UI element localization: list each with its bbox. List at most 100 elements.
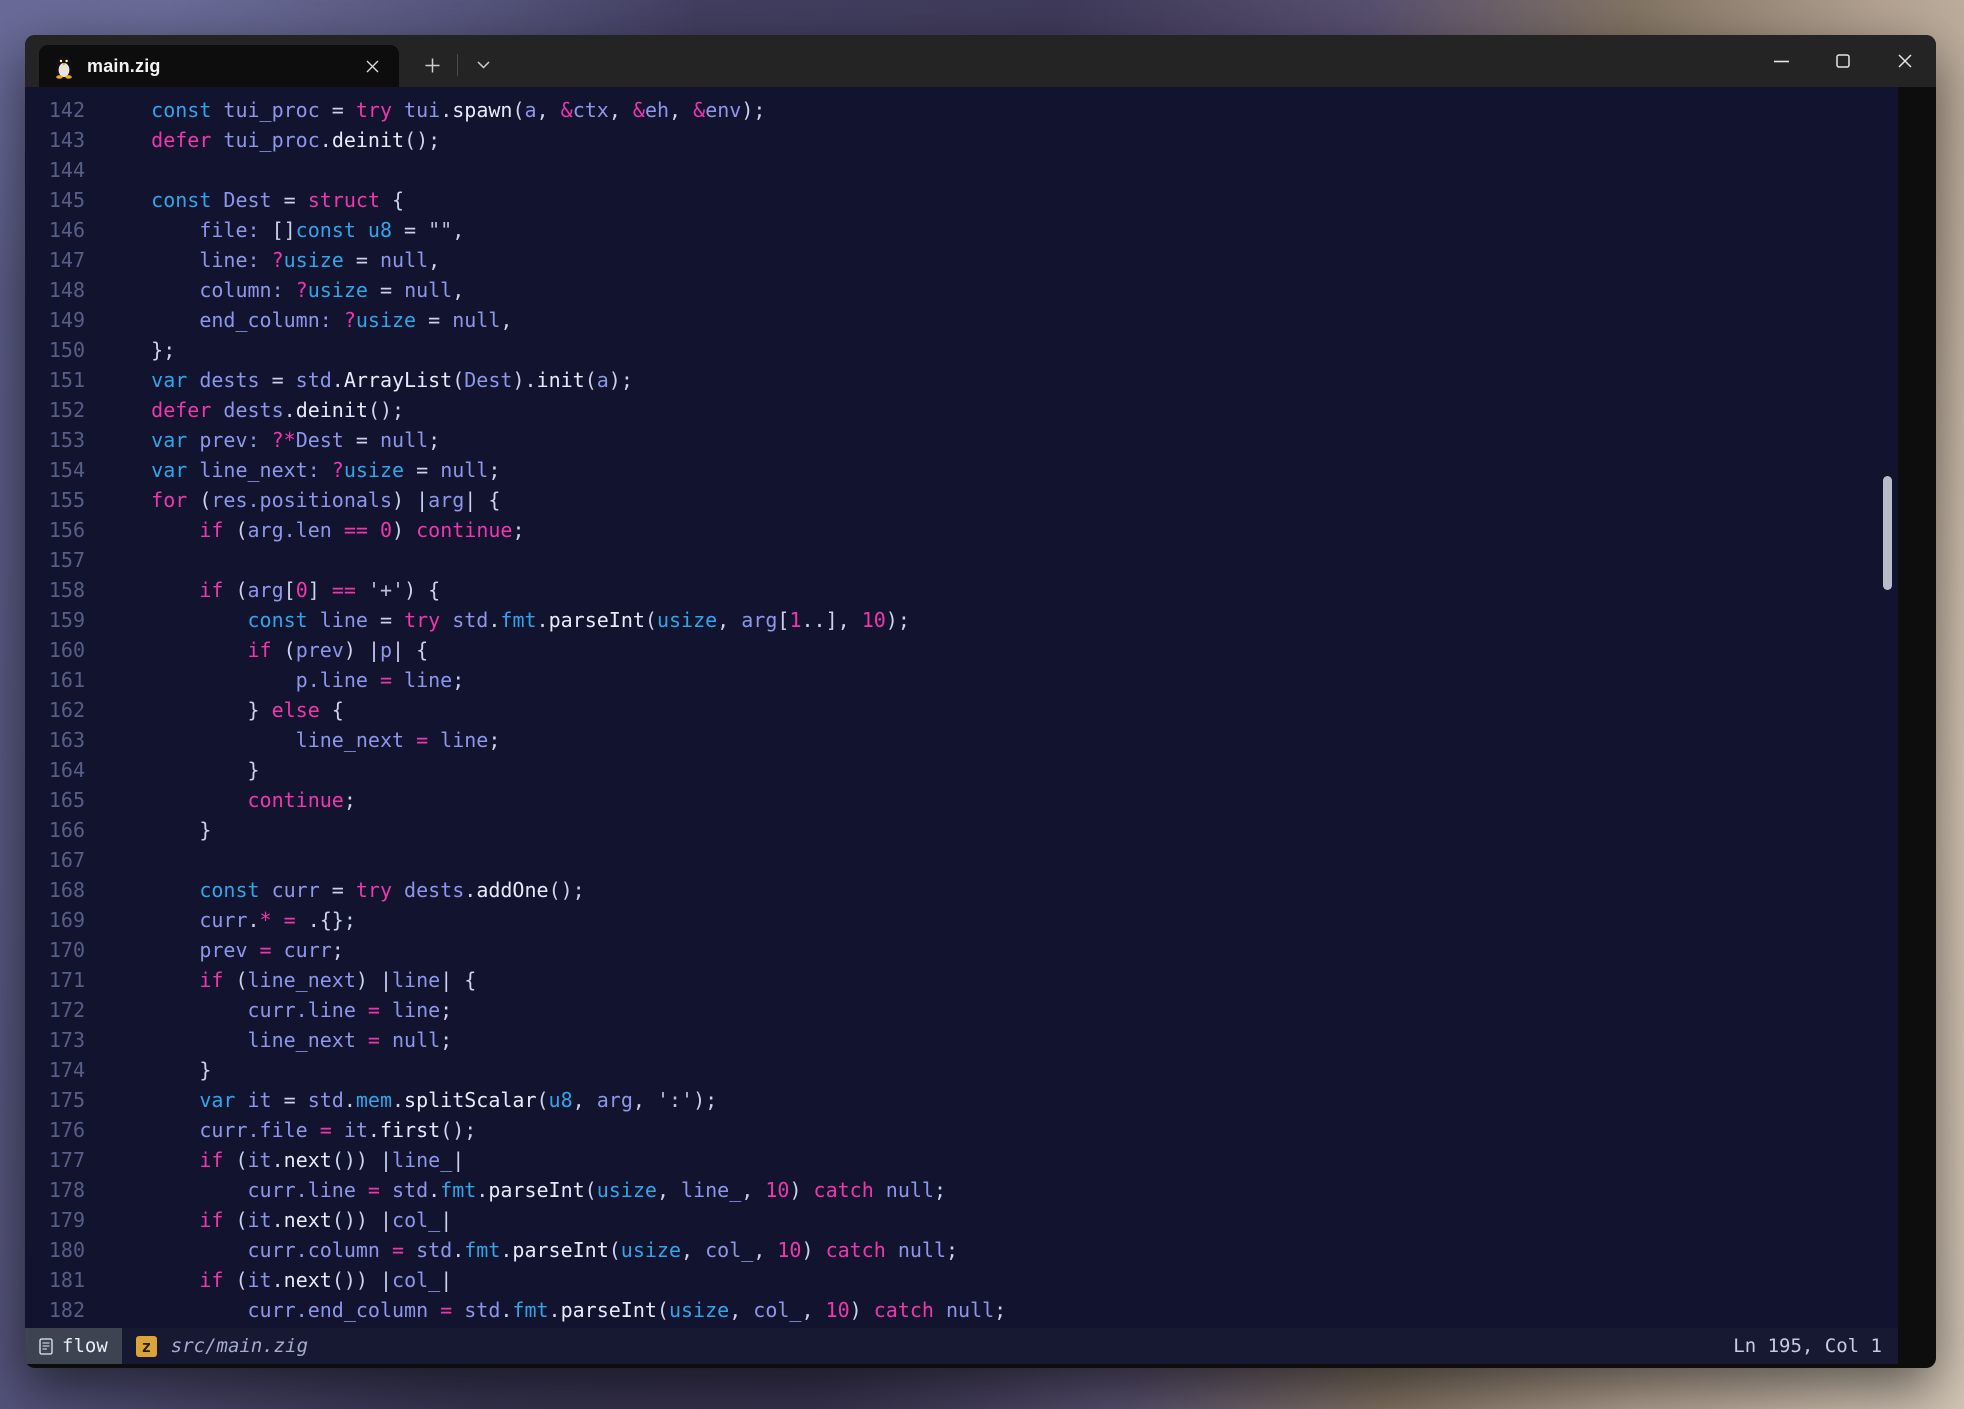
code-line[interactable]: 160 if (prev) |p| { (25, 635, 1898, 665)
line-number: 180 (25, 1235, 85, 1265)
line-number: 181 (25, 1265, 85, 1295)
code-line[interactable]: 180 curr.column = std.fmt.parseInt(usize… (25, 1235, 1898, 1265)
line-number: 170 (25, 935, 85, 965)
code-text: } (103, 755, 260, 785)
code-line[interactable]: 146 file: []const u8 = "", (25, 215, 1898, 245)
line-number: 154 (25, 455, 85, 485)
line-number: 144 (25, 155, 85, 185)
code-text: curr.line = line; (103, 995, 452, 1025)
code-text: if (it.next()) |line_| (103, 1145, 464, 1175)
code-line[interactable]: 171 if (line_next) |line| { (25, 965, 1898, 995)
maximize-button[interactable] (1812, 35, 1874, 87)
code-line[interactable]: 164 } (25, 755, 1898, 785)
line-number: 166 (25, 815, 85, 845)
code-line[interactable]: 181 if (it.next()) |col_| (25, 1265, 1898, 1295)
line-number: 163 (25, 725, 85, 755)
line-number: 156 (25, 515, 85, 545)
code-text: const Dest = struct { (103, 185, 404, 215)
code-text: if (arg.len == 0) continue; (103, 515, 525, 545)
tab-dropdown-button[interactable] (466, 50, 500, 80)
code-line[interactable]: 179 if (it.next()) |col_| (25, 1205, 1898, 1235)
code-line[interactable]: 174 } (25, 1055, 1898, 1085)
code-line[interactable]: 156 if (arg.len == 0) continue; (25, 515, 1898, 545)
code-line[interactable]: 151 var dests = std.ArrayList(Dest).init… (25, 365, 1898, 395)
code-text: }; (103, 335, 175, 365)
code-line[interactable]: 166 } (25, 815, 1898, 845)
code-line[interactable]: 148 column: ?usize = null, (25, 275, 1898, 305)
code-line[interactable]: 157 (25, 545, 1898, 575)
code-text: file: []const u8 = "", (103, 215, 464, 245)
code-text: for (res.positionals) |arg| { (103, 485, 500, 515)
code-line[interactable]: 147 line: ?usize = null, (25, 245, 1898, 275)
code-line[interactable]: 162 } else { (25, 695, 1898, 725)
code-text: if (it.next()) |col_| (103, 1205, 452, 1235)
code-text: defer tui_proc.deinit(); (103, 125, 440, 155)
code-line[interactable]: 155 for (res.positionals) |arg| { (25, 485, 1898, 515)
code-line[interactable]: 182 curr.end_column = std.fmt.parseInt(u… (25, 1295, 1898, 1325)
new-tab-button[interactable] (415, 50, 449, 80)
code-text: var dests = std.ArrayList(Dest).init(a); (103, 365, 633, 395)
code-line[interactable]: 154 var line_next: ?usize = null; (25, 455, 1898, 485)
code-line[interactable]: 158 if (arg[0] == '+') { (25, 575, 1898, 605)
code-line[interactable]: 172 curr.line = line; (25, 995, 1898, 1025)
code-line[interactable]: 152 defer dests.deinit(); (25, 395, 1898, 425)
code-line[interactable]: 159 const line = try std.fmt.parseInt(us… (25, 605, 1898, 635)
line-number: 143 (25, 125, 85, 155)
flow-app-badge[interactable]: flow (25, 1328, 122, 1364)
close-button[interactable] (1874, 35, 1936, 87)
line-number: 164 (25, 755, 85, 785)
code-text: } (103, 815, 211, 845)
line-number: 167 (25, 845, 85, 875)
tab-main-zig[interactable]: main.zig (39, 45, 399, 87)
line-number: 142 (25, 95, 85, 125)
code-line[interactable]: 170 prev = curr; (25, 935, 1898, 965)
code-line[interactable]: 163 line_next = line; (25, 725, 1898, 755)
line-number: 158 (25, 575, 85, 605)
code-text: var it = std.mem.splitScalar(u8, arg, ':… (103, 1085, 717, 1115)
code-line[interactable]: 161 p.line = line; (25, 665, 1898, 695)
code-line[interactable]: 150 }; (25, 335, 1898, 365)
code-text: const tui_proc = try tui.spawn(a, &ctx, … (103, 95, 765, 125)
code-line[interactable]: 175 var it = std.mem.splitScalar(u8, arg… (25, 1085, 1898, 1115)
line-number: 147 (25, 245, 85, 275)
code-line[interactable]: 168 const curr = try dests.addOne(); (25, 875, 1898, 905)
zig-file-icon: z (136, 1336, 157, 1357)
code-line[interactable]: 142 const tui_proc = try tui.spawn(a, &c… (25, 95, 1898, 125)
line-number: 171 (25, 965, 85, 995)
line-number: 173 (25, 1025, 85, 1055)
code-line[interactable]: 145 const Dest = struct { (25, 185, 1898, 215)
code-line[interactable]: 173 line_next = null; (25, 1025, 1898, 1055)
code-text: column: ?usize = null, (103, 275, 464, 305)
editor-content[interactable]: 142 const tui_proc = try tui.spawn(a, &c… (25, 87, 1898, 1328)
minimize-button[interactable] (1750, 35, 1812, 87)
file-path[interactable]: src/main.zig (171, 1335, 308, 1357)
code-line[interactable]: 167 (25, 845, 1898, 875)
code-line[interactable]: 165 continue; (25, 785, 1898, 815)
code-text: curr.column = std.fmt.parseInt(usize, co… (103, 1235, 958, 1265)
code-line[interactable]: 177 if (it.next()) |line_| (25, 1145, 1898, 1175)
tab-close-icon[interactable] (359, 53, 385, 79)
line-number: 168 (25, 875, 85, 905)
code-line[interactable]: 176 curr.file = it.first(); (25, 1115, 1898, 1145)
code-line[interactable]: 149 end_column: ?usize = null, (25, 305, 1898, 335)
code-line[interactable]: 169 curr.* = .{}; (25, 905, 1898, 935)
code-text: line_next = line; (103, 725, 500, 755)
tab-title: main.zig (87, 56, 161, 77)
line-number: 175 (25, 1085, 85, 1115)
code-area[interactable]: 142 const tui_proc = try tui.spawn(a, &c… (25, 87, 1898, 1325)
code-line[interactable]: 178 curr.line = std.fmt.parseInt(usize, … (25, 1175, 1898, 1205)
code-text: } (103, 1055, 211, 1085)
code-text: prev = curr; (103, 935, 344, 965)
code-text: curr.file = it.first(); (103, 1115, 476, 1145)
code-text: const line = try std.fmt.parseInt(usize,… (103, 605, 910, 635)
code-line[interactable]: 153 var prev: ?*Dest = null; (25, 425, 1898, 455)
line-number: 155 (25, 485, 85, 515)
code-line[interactable]: 144 (25, 155, 1898, 185)
window-titlebar[interactable]: main.zig (25, 35, 1936, 87)
tab-separator (457, 54, 458, 76)
code-text: if (prev) |p| { (103, 635, 428, 665)
window-controls (1750, 35, 1936, 87)
code-line[interactable]: 143 defer tui_proc.deinit(); (25, 125, 1898, 155)
line-number: 146 (25, 215, 85, 245)
editor-scrollbar-thumb[interactable] (1883, 476, 1892, 590)
